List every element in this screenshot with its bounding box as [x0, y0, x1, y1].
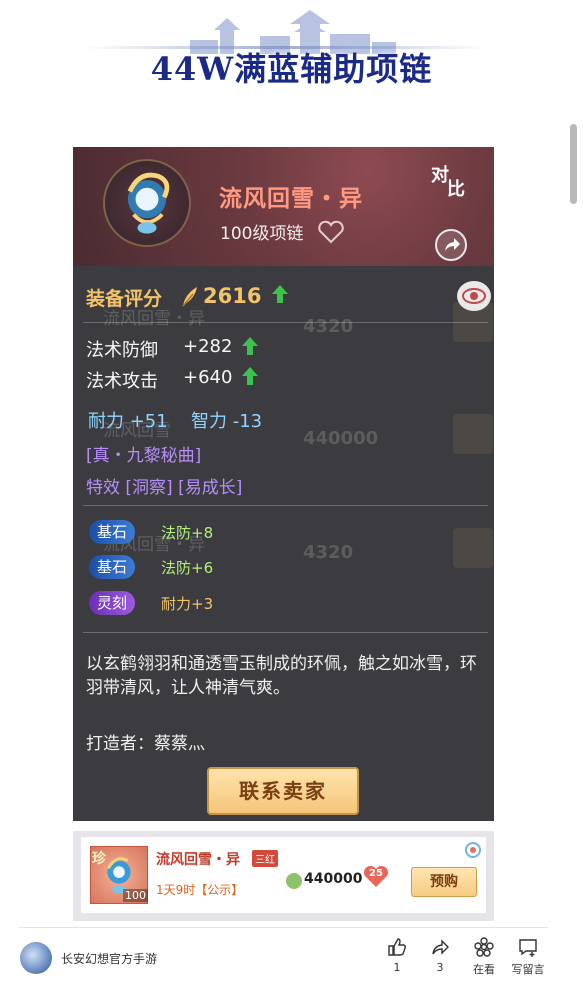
stat-value: +640 [183, 367, 233, 388]
listing-badge: 三红 [252, 850, 278, 867]
avatar[interactable] [20, 942, 52, 974]
stat-row: 法术防御 +282 [86, 336, 232, 362]
item-name: 流风回雪・异 [219, 186, 363, 212]
item-level: 100级项链 [220, 224, 304, 244]
listing-level: 100 [123, 889, 148, 902]
listing-price: 440000 [304, 871, 363, 887]
comment-button[interactable]: 写留言 [508, 937, 548, 981]
comment-label: 写留言 [511, 963, 545, 976]
stat-value: +282 [183, 336, 233, 357]
necklace-icon [127, 172, 170, 234]
like-count-label: 1 [393, 961, 401, 974]
item-maker: 打造者：蔡蔡灬 [86, 734, 205, 754]
endurance-attr: 耐力 +51 [88, 411, 168, 432]
section-divider [83, 322, 488, 323]
page-title: 44W满蓝辅助项链 [150, 50, 433, 88]
item-icon [103, 159, 191, 247]
item-detail-card: 流风回雪・异 4320 流风回雪 440000 流风回雪・异 4320 流风回雪… [73, 147, 494, 821]
flower-icon [474, 937, 494, 957]
spell-skill: [真・九黎秘曲] [86, 446, 202, 466]
section-divider [83, 632, 488, 633]
favorite-heart-icon[interactable] [317, 220, 345, 244]
share-button[interactable] [435, 229, 467, 261]
gem-effect: 法防+8 [161, 524, 214, 542]
watching-label: 在看 [473, 963, 495, 976]
like-button[interactable]: 1 [377, 937, 417, 981]
item-description: 以玄鹤翎羽和通透雪玉制成的环佩，触之如冰雪，环羽带清风，让人神清气爽。 [86, 654, 477, 698]
header-banner: 44W满蓝辅助项链 [0, 0, 583, 100]
ghost-row-button [453, 414, 493, 454]
gem-effect: 法防+6 [161, 559, 214, 577]
score-value: 2616 [203, 284, 262, 308]
compare-button[interactable]: 对 比 [429, 159, 473, 200]
share-arrow-icon [445, 238, 460, 251]
footer-divider [18, 927, 548, 928]
like-count: 25 [369, 868, 383, 879]
watching-button[interactable]: 在看 [464, 937, 504, 981]
ghost-row: 流风回雪・异 4320 [73, 522, 494, 602]
stat-label: 法术攻击 [86, 371, 158, 392]
section-divider [83, 505, 488, 506]
contact-seller-button[interactable]: 联系卖家 [207, 767, 359, 815]
gem-name: 灵刻 [89, 591, 136, 615]
up-arrow-icon [242, 337, 258, 355]
ghost-row-price: 440000 [303, 428, 379, 449]
compare-label-2: 比 [447, 179, 465, 200]
listing-time: 1天9时【公示】 [156, 883, 244, 897]
stat-row: 法术攻击 +640 [86, 367, 232, 393]
gem-name: 基石 [89, 555, 136, 579]
eye-icon [462, 288, 486, 304]
ghost-row-price: 4320 [303, 316, 354, 337]
author-name[interactable]: 长安幻想官方手游 [61, 950, 157, 967]
feather-icon [182, 287, 197, 307]
listing-row[interactable]: 珍 100 流风回雪・异 三红 1天9时【公示】 440000 25 预购 [81, 837, 486, 913]
score-label: 装备评分 [86, 288, 163, 310]
market-listing: 珍 100 流风回雪・异 三红 1天9时【公示】 440000 25 预购 [73, 831, 494, 921]
share-action-button[interactable]: 3 [420, 937, 460, 981]
listing-name: 流风回雪・异 [156, 852, 240, 868]
thumbs-up-icon [388, 938, 407, 956]
up-arrow-icon [272, 285, 288, 303]
share-icon [432, 939, 449, 955]
special-effects: 特效 [洞察] [易成长] [86, 478, 243, 498]
share-count-label: 3 [436, 961, 444, 974]
stat-label: 法术防御 [86, 340, 158, 361]
intellect-attr: 智力 -13 [191, 411, 263, 432]
up-arrow-icon [242, 367, 258, 385]
coin-icon [286, 873, 302, 889]
scrollbar-thumb[interactable] [570, 124, 577, 204]
gem-effect: 耐力+3 [161, 595, 214, 613]
preorder-button[interactable]: 预购 [411, 867, 477, 897]
refresh-icon[interactable] [464, 841, 482, 859]
comment-icon [519, 939, 537, 957]
ghost-row-button [453, 528, 493, 568]
gem-name: 基石 [89, 520, 136, 544]
rarity-badge: 珍 [92, 851, 106, 867]
ghost-row-price: 4320 [303, 542, 354, 563]
toggle-visibility-button[interactable] [457, 281, 491, 311]
